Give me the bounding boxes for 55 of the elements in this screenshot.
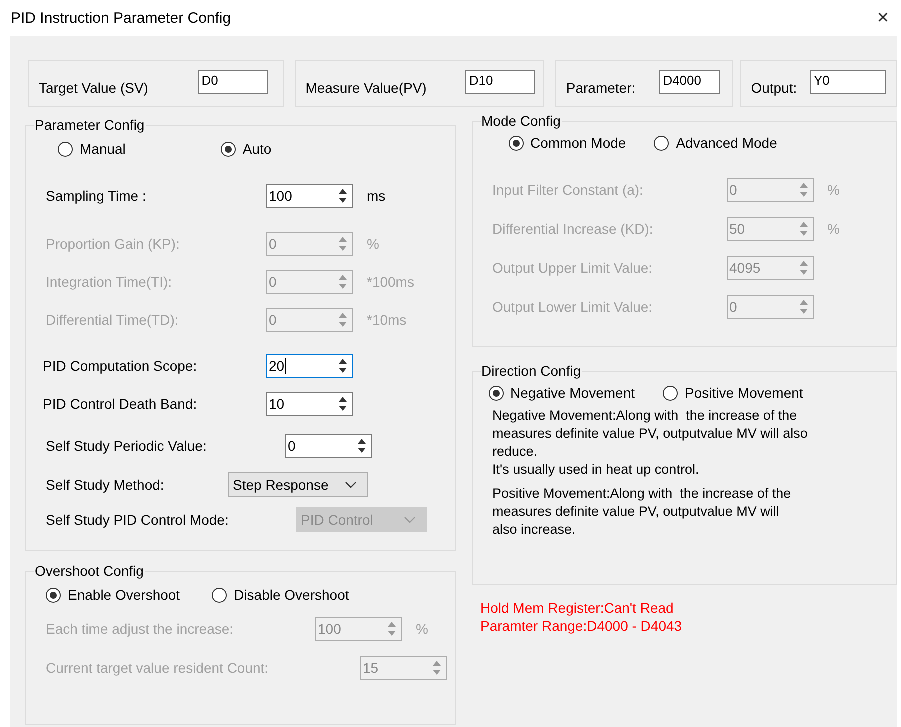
description-text: Positive Movement:Along with the increase of the measures definite value PV, outputvalue MV will also increase. xyxy=(492,485,792,539)
radio-button[interactable]: Common Mode xyxy=(508,135,626,151)
group-title: Parameter Config xyxy=(34,117,146,133)
field-label: Integration Time(TI): xyxy=(46,274,174,290)
description-text: Negative Movement:Along with the increase of the measures definite value PV, outputvalue MV will also reduce. It's usually used in heat up control. xyxy=(492,407,809,479)
close-button[interactable]: × xyxy=(877,6,889,30)
radio-button[interactable]: Negative Movement xyxy=(488,385,636,401)
radio-button[interactable]: Advanced Mode xyxy=(654,135,778,151)
field-label: Parameter: xyxy=(566,80,636,96)
chevron-down-icon xyxy=(404,516,416,524)
error-message: Hold Mem Register:Can't Read xyxy=(480,599,675,617)
text-field[interactable]: D4000 xyxy=(659,70,720,94)
field-label: PID Computation Scope: xyxy=(43,358,198,374)
unit-label: % xyxy=(367,236,380,252)
field-label: Self Study PID Control Mode: xyxy=(46,512,230,528)
field-label: Proportion Gain (KP): xyxy=(46,236,181,252)
text-field[interactable]: D0 xyxy=(198,70,268,94)
field-label: PID Control Death Band: xyxy=(43,396,198,412)
unit-label: ms xyxy=(367,188,386,204)
field-label: Differential Time(TD): xyxy=(46,312,180,328)
window-title: PID Instruction Parameter Config xyxy=(11,10,232,26)
chevron-down-icon xyxy=(345,480,357,488)
field-label: Self Study Periodic Value: xyxy=(46,438,208,454)
group-title: Mode Config xyxy=(480,113,562,129)
radio-button[interactable]: Positive Movement xyxy=(663,385,804,401)
text-field[interactable]: Y0 xyxy=(810,70,886,94)
field-label: Measure Value(PV) xyxy=(306,80,427,96)
number-field[interactable]: 100 xyxy=(266,184,353,208)
field-label: Input Filter Constant (a): xyxy=(492,182,644,198)
radio-button[interactable]: Disable Overshoot xyxy=(212,587,350,603)
number-field[interactable]: 0 xyxy=(285,434,372,458)
field-label: Target Value (SV) xyxy=(39,80,148,96)
dropdown[interactable]: Step Response xyxy=(228,472,368,497)
field-label: Output Upper Limit Value: xyxy=(492,260,654,276)
group-title: Overshoot Config xyxy=(34,563,145,579)
field-label: Differential Increase (KD): xyxy=(492,220,654,236)
unit-label: % xyxy=(416,620,428,636)
field-label: Sampling Time : xyxy=(46,188,148,204)
text-field[interactable]: D10 xyxy=(465,70,536,94)
field-label: Each time adjust the increase: xyxy=(46,620,235,636)
field-label: Output Lower Limit Value: xyxy=(492,298,654,314)
unit-label: % xyxy=(828,220,840,236)
unit-label: *100ms xyxy=(367,274,414,290)
group-title: Direction Config xyxy=(480,363,582,379)
unit-label: *10ms xyxy=(367,312,407,328)
unit-label: % xyxy=(828,182,840,198)
radio-button[interactable]: Enable Overshoot xyxy=(46,587,180,603)
radio-button[interactable]: Auto xyxy=(220,141,272,157)
number-field[interactable]: 20 xyxy=(266,354,353,378)
number-field[interactable]: 10 xyxy=(266,392,353,416)
field-label: Self Study Method: xyxy=(46,476,166,492)
field-label: Output: xyxy=(751,80,798,96)
field-label: Current target value resident Count: xyxy=(46,660,270,676)
radio-button[interactable]: Manual xyxy=(58,141,126,157)
error-message: Paramter Range:D4000 - D4043 xyxy=(480,617,684,635)
